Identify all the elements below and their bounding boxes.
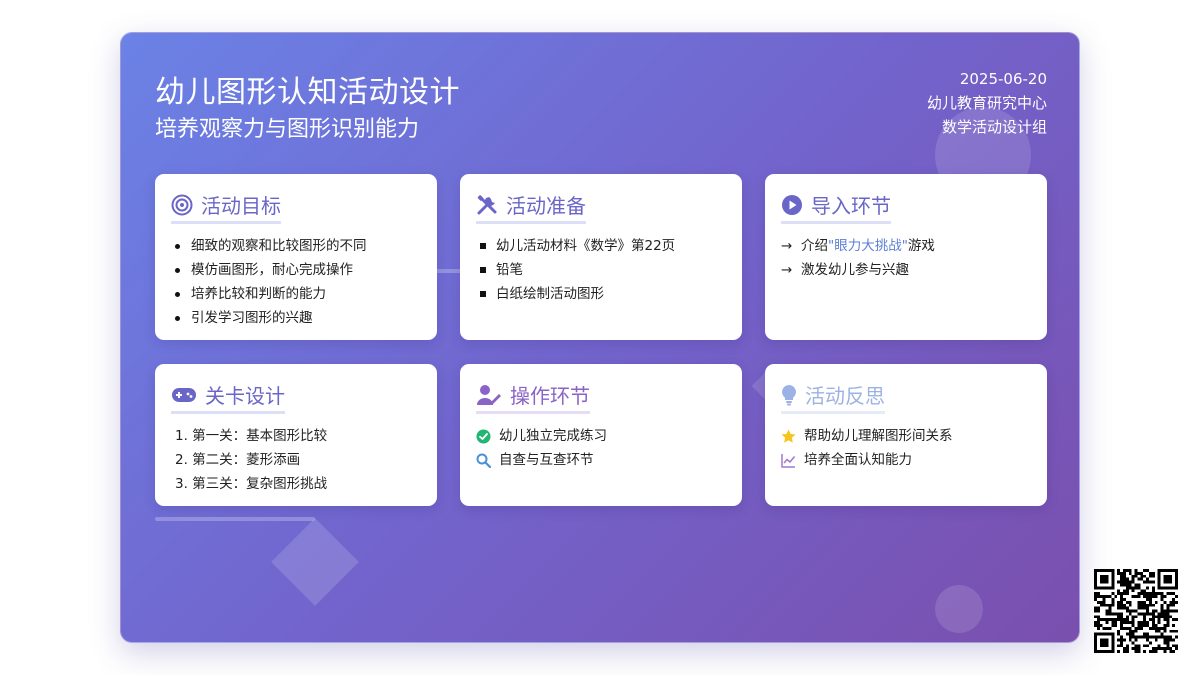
goals-list: 细致的观察和比较图形的不同 模仿画图形，耐心完成操作 培养比较和判断的能力 引发… — [171, 234, 421, 330]
organization-label: 幼儿教育研究中心 — [926, 94, 1047, 112]
list-item: 幼儿活动材料《数学》第22页 — [480, 234, 726, 258]
list-item: 白纸绘制活动图形 — [480, 282, 726, 306]
card-activity-goals: 活动目标 细致的观察和比较图形的不同 模仿画图形，耐心完成操作 培养比较和判断的… — [155, 174, 437, 340]
item-text: 帮助幼儿理解图形间关系 — [804, 428, 953, 444]
card-header: 导入环节 — [781, 190, 891, 224]
list-item: 模仿画图形，耐心完成操作 — [175, 258, 421, 282]
lightbulb-icon — [781, 384, 797, 406]
preparation-list: 幼儿活动材料《数学》第22页 铅笔 白纸绘制活动图形 — [476, 234, 726, 306]
card-operation: 操作环节 幼儿独立完成练习 自查与互查环节 — [460, 364, 742, 506]
card-title: 操作环节 — [510, 384, 590, 408]
card-activity-preparation: 活动准备 幼儿活动材料《数学》第22页 铅笔 白纸绘制活动图形 — [460, 174, 742, 340]
card-header: 操作环节 — [476, 380, 590, 414]
decorative-circle — [935, 585, 983, 633]
introduction-list: → 介绍"眼力大挑战"游戏 → 激发幼儿参与兴趣 — [781, 234, 1031, 282]
list-item: 1. 第一关：基本图形比较 — [175, 428, 328, 444]
tools-icon — [476, 194, 498, 216]
list-item: 3. 第三关：复杂图形挑战 — [175, 476, 328, 492]
card-header: 活动准备 — [476, 190, 586, 224]
search-icon — [476, 453, 491, 468]
page-subtitle: 培养观察力与图形识别能力 — [155, 117, 420, 142]
levels-list: 1. 第一关：基本图形比较 2. 第二关：菱形添画 3. 第三关：复杂图形挑战 — [171, 424, 421, 496]
qr-code — [1094, 569, 1178, 653]
decorative-line — [155, 517, 315, 521]
card-header: 关卡设计 — [171, 380, 285, 414]
item-text: 激发幼儿参与兴趣 — [801, 262, 909, 278]
card-title: 活动反思 — [805, 384, 885, 408]
item-text: 幼儿独立完成练习 — [499, 428, 607, 444]
item-text: 游戏 — [907, 238, 935, 254]
list-item: 自查与互查环节 — [476, 448, 726, 472]
date-label: 2025-06-20 — [959, 70, 1047, 88]
card-title: 活动准备 — [506, 194, 586, 218]
page-title: 幼儿图形认知活动设计 — [155, 75, 460, 110]
arrow-right-icon: → — [781, 262, 793, 278]
card-reflection: 活动反思 帮助幼儿理解图形间关系 培养全面认知能力 — [765, 364, 1047, 506]
reflection-list: 帮助幼儿理解图形间关系 培养全面认知能力 — [781, 424, 1031, 472]
card-introduction: 导入环节 → 介绍"眼力大挑战"游戏 → 激发幼儿参与兴趣 — [765, 174, 1047, 340]
list-item: 2. 第二关：菱形添画 — [175, 452, 301, 468]
list-item: 培养全面认知能力 — [781, 448, 1031, 472]
chart-line-icon — [781, 453, 796, 468]
play-icon — [781, 194, 803, 216]
gamepad-icon — [171, 384, 197, 406]
slide: 幼儿图形认知活动设计 培养观察力与图形识别能力 2025-06-20 幼儿教育研… — [120, 32, 1080, 643]
list-item: 细致的观察和比较图形的不同 — [175, 234, 421, 258]
list-item: 幼儿独立完成练习 — [476, 424, 726, 448]
list-item: 铅笔 — [480, 258, 726, 282]
list-item: 引发学习图形的兴趣 — [175, 306, 421, 330]
list-item: → 激发幼儿参与兴趣 — [781, 258, 1031, 282]
arrow-right-icon: → — [781, 238, 793, 254]
decorative-diamond — [271, 518, 359, 606]
list-item: → 介绍"眼力大挑战"游戏 — [781, 234, 1031, 258]
target-icon — [171, 194, 193, 216]
card-title: 关卡设计 — [205, 384, 285, 408]
highlighted-game-name: "眼力大挑战" — [828, 238, 908, 254]
card-title: 导入环节 — [811, 194, 891, 218]
list-item: 帮助幼儿理解图形间关系 — [781, 424, 1031, 448]
card-header: 活动反思 — [781, 380, 885, 414]
item-text: 介绍 — [801, 238, 828, 254]
card-title: 活动目标 — [201, 194, 281, 218]
card-header: 活动目标 — [171, 190, 281, 224]
item-text: 培养全面认知能力 — [804, 452, 912, 468]
item-text: 自查与互查环节 — [499, 452, 594, 468]
group-label: 数学活动设计组 — [941, 118, 1047, 136]
card-level-design: 关卡设计 1. 第一关：基本图形比较 2. 第二关：菱形添画 3. 第三关：复杂… — [155, 364, 437, 506]
header-meta: 2025-06-20 幼儿教育研究中心 数学活动设计组 — [927, 67, 1047, 139]
star-icon — [781, 429, 796, 444]
operation-list: 幼儿独立完成练习 自查与互查环节 — [476, 424, 726, 472]
check-circle-icon — [476, 429, 491, 444]
user-edit-icon — [476, 384, 502, 406]
list-item: 培养比较和判断的能力 — [175, 282, 421, 306]
